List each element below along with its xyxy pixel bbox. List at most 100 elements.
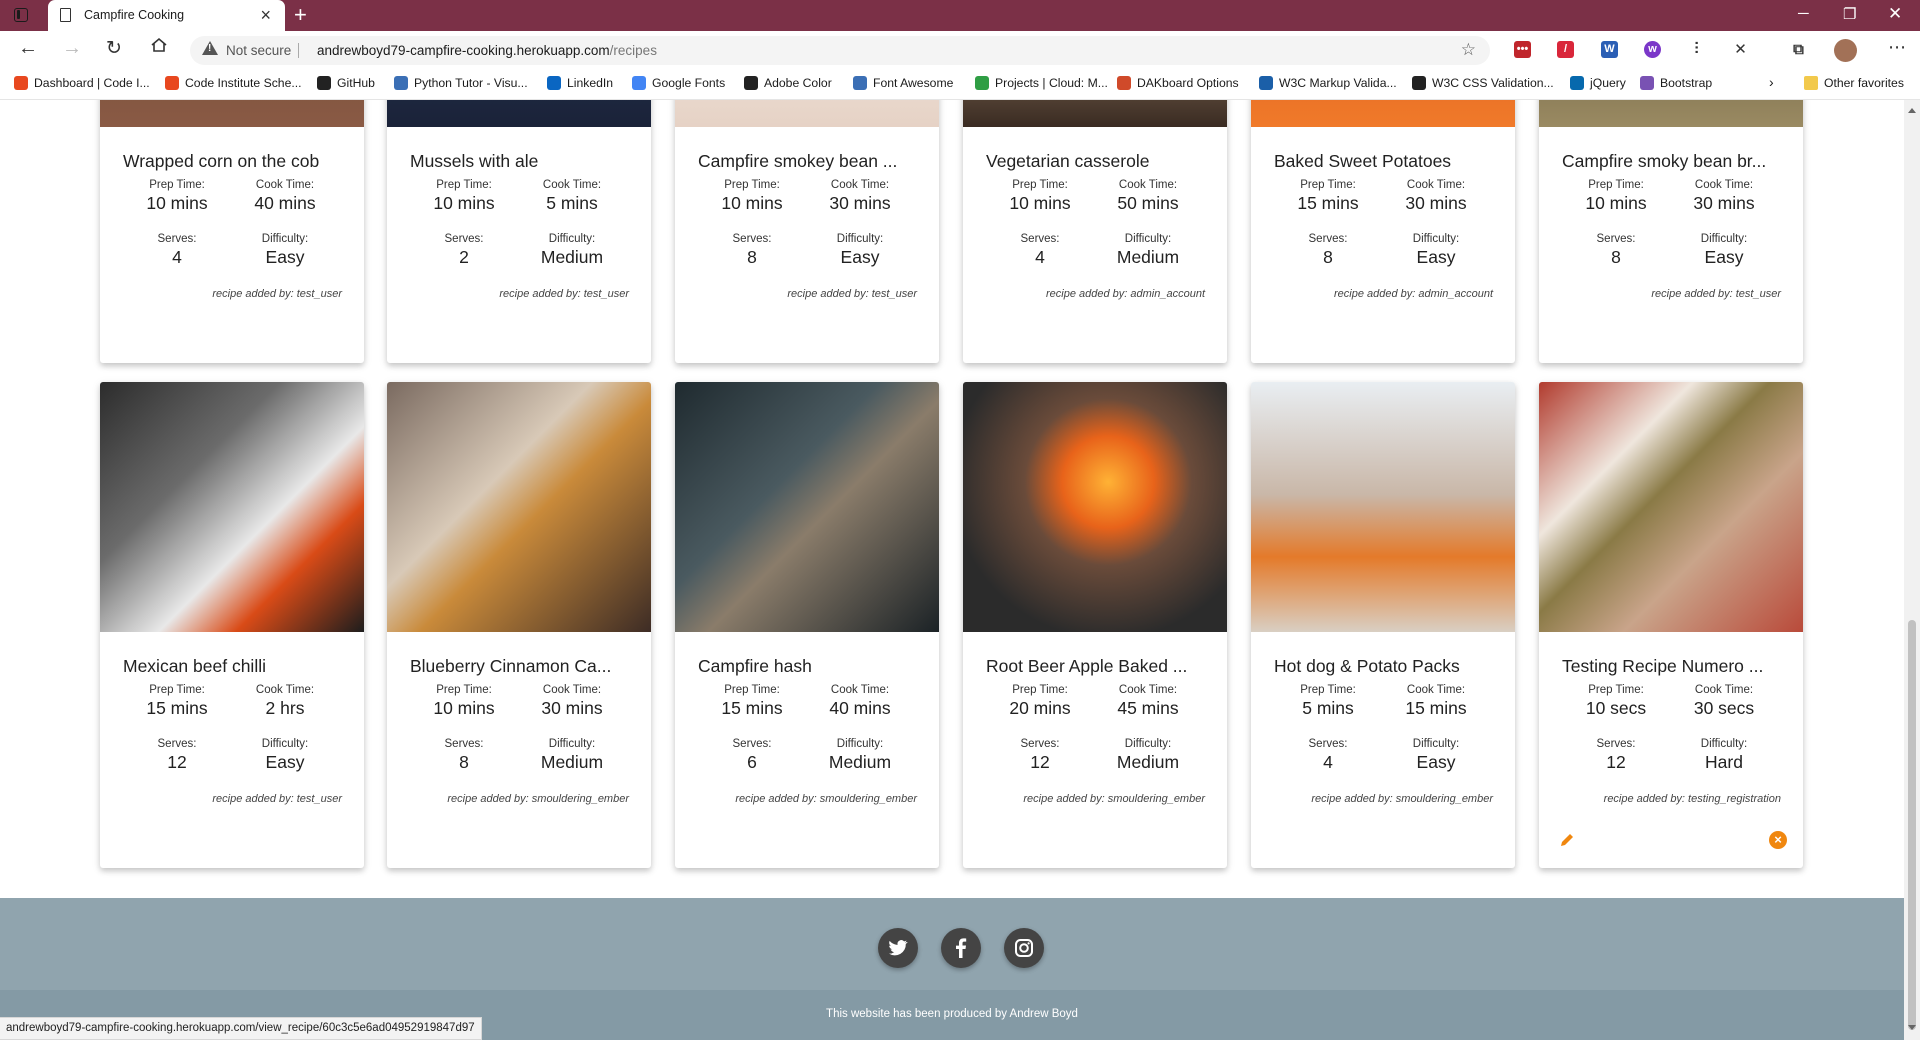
extension-sliders-icon[interactable]: ⫶ (1688, 41, 1705, 58)
home-icon[interactable] (150, 36, 168, 60)
cook-time-label: Cook Time: (542, 179, 602, 191)
favorite-star-icon[interactable]: ☆ (1461, 40, 1476, 60)
recipe-card[interactable]: Baked Sweet Potatoes Prep Time: 15 mins Coo… (1251, 100, 1515, 363)
recipe-title[interactable]: Campfire smoky bean br... (1562, 151, 1784, 172)
recipe-card[interactable]: Campfire hash Prep Time: 15 mins Cook Time:… (675, 382, 939, 868)
bookmark-item[interactable]: Projects | Cloud: M... (975, 76, 1108, 90)
serves-value: 8 (747, 247, 757, 267)
recipe-image[interactable] (1251, 100, 1515, 127)
back-icon[interactable]: ← (18, 37, 38, 60)
recipe-title[interactable]: Wrapped corn on the cob (123, 151, 345, 172)
recipe-card[interactable]: Testing Recipe Numero ... Prep Time: 10 se… (1539, 382, 1803, 868)
recipe-image[interactable] (387, 382, 651, 632)
profile-avatar[interactable] (1834, 39, 1857, 62)
bookmark-favicon-icon (744, 76, 758, 90)
extension-lastpass-icon[interactable]: ••• (1514, 41, 1531, 58)
facebook-icon[interactable] (941, 928, 981, 968)
extension-purple-icon[interactable]: w (1644, 41, 1661, 58)
recipe-image[interactable] (963, 382, 1227, 632)
bookmark-favicon-icon (853, 76, 867, 90)
recipe-image[interactable] (675, 100, 939, 127)
recipe-title[interactable]: Baked Sweet Potatoes (1274, 151, 1496, 172)
bookmark-item[interactable]: Dashboard | Code I... (14, 76, 150, 90)
extension-red-icon[interactable]: / (1557, 41, 1574, 58)
bookmark-item[interactable]: jQuery (1570, 76, 1626, 90)
recipe-title[interactable]: Testing Recipe Numero ... (1562, 656, 1784, 677)
close-window-icon[interactable]: ✕ (1888, 4, 1902, 24)
not-secure-label[interactable]: Not secure (226, 43, 291, 58)
minimize-icon[interactable]: ─ (1798, 5, 1809, 22)
bookmark-item[interactable]: Code Institute Sche... (165, 76, 302, 90)
delete-icon[interactable]: × (1769, 831, 1787, 849)
recipe-image[interactable] (675, 382, 939, 632)
recipe-title[interactable]: Campfire smokey bean ... (698, 151, 920, 172)
edit-pencil-icon[interactable] (1559, 832, 1575, 848)
recipe-title[interactable]: Campfire hash (698, 656, 920, 677)
cook-time-stat: Cook Time: 45 mins (1093, 684, 1203, 719)
recipe-image[interactable] (387, 100, 651, 127)
recipe-card[interactable]: Campfire smoky bean br... Prep Time: 10 mi… (1539, 100, 1803, 363)
extension-word-icon[interactable]: W (1601, 41, 1618, 58)
url-bar[interactable]: Not secure andrewboyd79-campfire-cooking… (190, 36, 1490, 65)
bookmark-item[interactable]: Adobe Color (744, 76, 832, 90)
close-tab-icon[interactable]: × (260, 5, 271, 26)
recipe-image[interactable] (1539, 100, 1803, 127)
bookmark-item[interactable]: Font Awesome (853, 76, 953, 90)
scroll-up-icon[interactable] (1908, 108, 1916, 113)
new-tab-icon[interactable]: + (294, 2, 307, 28)
bookmark-item[interactable]: W3C Markup Valida... (1259, 76, 1397, 90)
bookmark-item[interactable]: W3C CSS Validation... (1412, 76, 1554, 90)
recipe-card[interactable]: Campfire smokey bean ... Prep Time: 10 min… (675, 100, 939, 363)
recipe-image[interactable] (1251, 382, 1515, 632)
recipe-card[interactable]: Mussels with ale Prep Time: 10 mins Cook Ti… (387, 100, 651, 363)
twitter-icon[interactable] (878, 928, 918, 968)
recipe-added-by: recipe added by: smouldering_ember (1311, 793, 1493, 805)
forward-icon[interactable]: → (62, 37, 82, 60)
bookmark-item[interactable]: GitHub (317, 76, 375, 90)
recipe-image[interactable] (100, 382, 364, 632)
recipe-card[interactable]: Mexican beef chilli Prep Time: 15 mins Cook… (100, 382, 364, 868)
recipe-title[interactable]: Vegetarian casserole (986, 151, 1208, 172)
other-favorites[interactable]: Other favorites (1804, 76, 1904, 90)
bookmark-item[interactable]: LinkedIn (547, 76, 613, 90)
recipe-card[interactable]: Blueberry Cinnamon Ca... Prep Time: 10 min… (387, 382, 651, 868)
extension-x-icon[interactable]: ✕ (1732, 41, 1749, 58)
browser-tab[interactable]: Campfire Cooking × (48, 0, 285, 31)
recipe-added-by: recipe added by: testing_registration (1603, 793, 1781, 805)
bookmark-item[interactable]: Python Tutor - Visu... (394, 76, 528, 90)
recipe-card[interactable]: Wrapped corn on the cob Prep Time: 10 mins… (100, 100, 364, 363)
recipe-card[interactable]: Root Beer Apple Baked ... Prep Time: 20 mi… (963, 382, 1227, 868)
recipe-title[interactable]: Hot dog & Potato Packs (1274, 656, 1496, 677)
bookmark-item[interactable]: Bootstrap (1640, 76, 1712, 90)
serves-value: 8 (1323, 247, 1333, 267)
other-favorites-label: Other favorites (1824, 76, 1904, 90)
cook-time-stat: Cook Time: 30 mins (517, 684, 627, 719)
difficulty-stat: Difficulty: Easy (230, 738, 340, 773)
instagram-icon[interactable] (1004, 928, 1044, 968)
collections-icon[interactable]: ⧉ (1790, 41, 1807, 58)
recipe-card[interactable]: Vegetarian casserole Prep Time: 10 mins Coo… (963, 100, 1227, 363)
bookmark-item[interactable]: DAKboard Options (1117, 76, 1239, 90)
restore-icon[interactable]: ❐ (1843, 5, 1856, 23)
more-bookmarks-icon[interactable]: › (1769, 74, 1774, 90)
scroll-down-icon[interactable] (1908, 1025, 1916, 1030)
difficulty-value: Medium (828, 752, 892, 772)
recipe-title[interactable]: Mexican beef chilli (123, 656, 345, 677)
settings-menu-icon[interactable]: ⋯ (1888, 37, 1906, 58)
page-scrollbar[interactable] (1904, 100, 1920, 1040)
serves-label: Serves: (1308, 738, 1348, 750)
recipe-card[interactable]: Hot dog & Potato Packs Prep Time: 5 mins Co… (1251, 382, 1515, 868)
tab-actions-icon[interactable] (14, 8, 28, 22)
bookmark-item[interactable]: Google Fonts (632, 76, 725, 90)
refresh-icon[interactable]: ↻ (106, 37, 122, 60)
recipe-title[interactable]: Mussels with ale (410, 151, 632, 172)
prep-time-stat: Prep Time: 20 mins (985, 684, 1095, 719)
prep-time-stat: Prep Time: 10 mins (409, 684, 519, 719)
scrollbar-thumb[interactable] (1908, 620, 1916, 1030)
recipe-image[interactable] (963, 100, 1227, 127)
recipe-image[interactable] (1539, 382, 1803, 632)
recipe-title[interactable]: Root Beer Apple Baked ... (986, 656, 1208, 677)
cook-time-value: 50 mins (1117, 193, 1179, 213)
recipe-title[interactable]: Blueberry Cinnamon Ca... (410, 656, 632, 677)
recipe-image[interactable] (100, 100, 364, 127)
